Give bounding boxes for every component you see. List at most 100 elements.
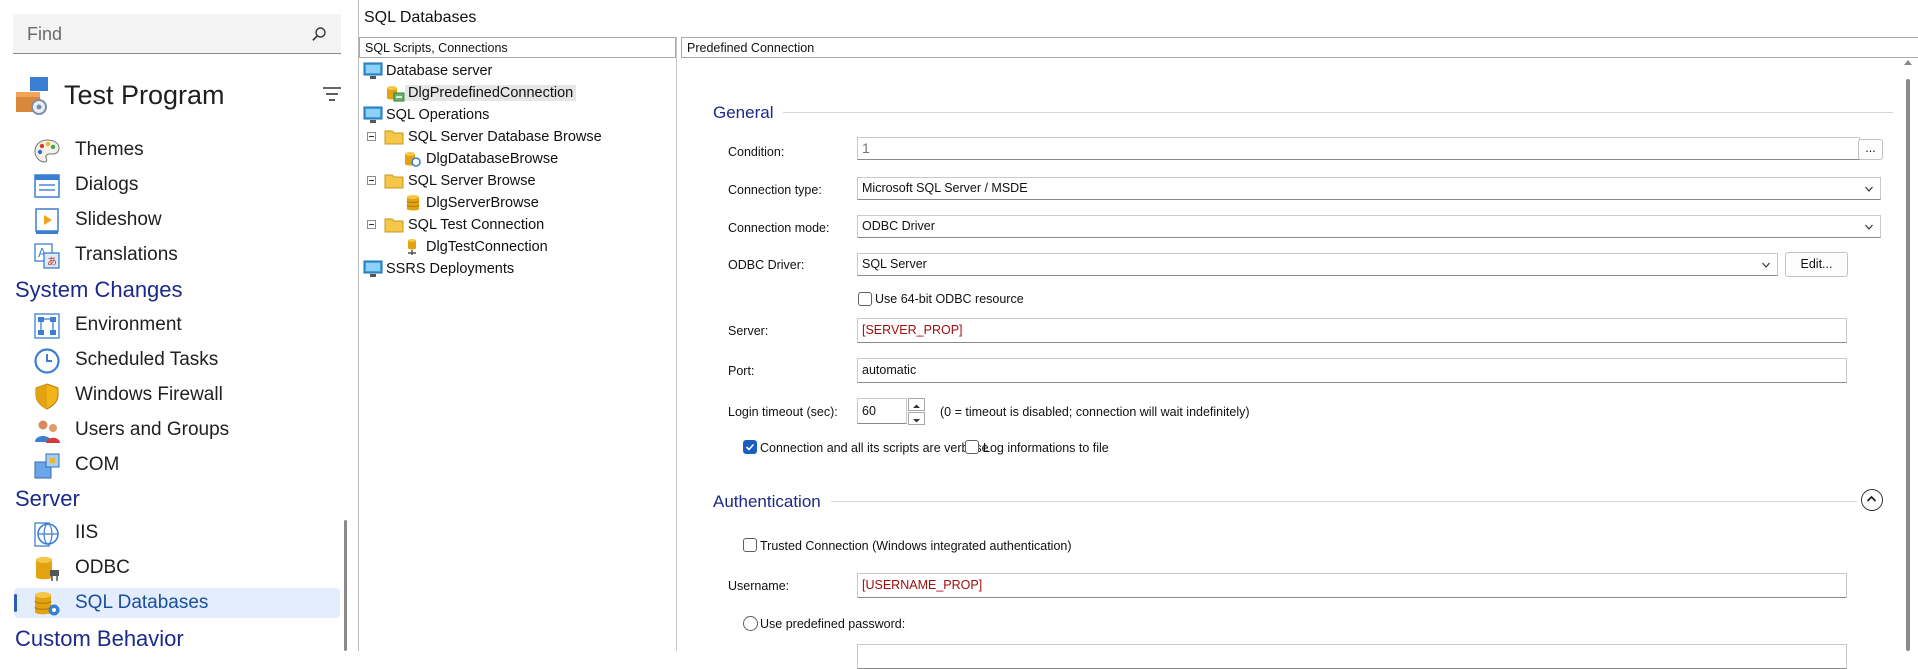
nav-item-iis[interactable]: IIS xyxy=(30,518,338,548)
nav-item-label: Themes xyxy=(75,139,144,160)
nav-item-translations[interactable]: A あ Translations xyxy=(30,240,338,270)
server-icon xyxy=(406,195,420,211)
trusted-connection-checkbox[interactable] xyxy=(743,538,757,552)
nav-item-windows-firewall[interactable]: Windows Firewall xyxy=(30,380,338,410)
tree-node-label: DlgDatabaseBrowse xyxy=(426,151,559,167)
group-divider xyxy=(831,501,1857,502)
log-to-file-label: Log informations to file xyxy=(983,441,1109,455)
connection-type-select[interactable]: Microsoft SQL Server / MSDE xyxy=(857,177,1881,200)
shield-icon xyxy=(35,383,59,410)
use-64bit-label: Use 64-bit ODBC resource xyxy=(875,292,1024,306)
search-box[interactable] xyxy=(13,14,341,54)
collapse-toggle[interactable] xyxy=(367,132,376,141)
spin-down-button[interactable] xyxy=(908,412,925,425)
odbc-driver-label: ODBC Driver: xyxy=(728,258,805,272)
nav-item-slideshow[interactable]: Slideshow xyxy=(30,205,338,235)
tree-node-label: SSRS Deployments xyxy=(386,261,515,277)
nav-item-scheduled-tasks[interactable]: Scheduled Tasks xyxy=(30,345,338,375)
main-area: SQL Databases SQL Scripts, Connections D… xyxy=(358,0,1918,669)
odbc-edit-button[interactable]: Edit... xyxy=(1785,252,1848,277)
nav-item-label: COM xyxy=(75,454,120,475)
chevron-down-icon xyxy=(1865,224,1873,230)
svg-text:あ: あ xyxy=(47,256,57,268)
tree-node-label: SQL Test Connection xyxy=(408,217,545,233)
iis-icon xyxy=(34,522,59,547)
odbc-icon xyxy=(36,557,59,581)
nav-item-label: Slideshow xyxy=(75,209,162,230)
nav-item-odbc[interactable]: ODBC xyxy=(30,553,338,583)
odbc-driver-select[interactable]: SQL Server xyxy=(857,253,1778,276)
predefined-password-radio[interactable] xyxy=(743,616,758,631)
tree-node-label: DlgTestConnection xyxy=(426,239,548,255)
nav-scrollbar[interactable] xyxy=(344,520,347,651)
filter-menu-icon[interactable] xyxy=(322,85,342,103)
predefined-password-input[interactable] xyxy=(857,644,1847,669)
server-input[interactable]: [SERVER_PROP] xyxy=(857,318,1847,343)
app-logo-icon xyxy=(16,77,48,115)
username-label: Username: xyxy=(728,579,790,593)
tree-node-label: Database server xyxy=(386,63,493,79)
port-input[interactable]: automatic xyxy=(857,358,1847,383)
nav-item-sql-databases[interactable]: SQL Databases xyxy=(14,588,340,618)
slideshow-icon xyxy=(35,208,59,234)
collapse-toggle[interactable] xyxy=(367,220,376,229)
environment-icon xyxy=(34,313,60,339)
trusted-connection-label: Trusted Connection (Windows integrated a… xyxy=(760,539,1072,553)
computer-icon xyxy=(363,62,383,79)
database-browse-icon xyxy=(405,152,421,167)
nav-item-label: Scheduled Tasks xyxy=(75,349,219,370)
use-64bit-checkbox[interactable] xyxy=(858,292,872,306)
tree-panel: SQL Scripts, Connections Database server… xyxy=(359,37,677,651)
nav-item-environment[interactable]: Environment xyxy=(30,310,338,340)
verbose-checkbox[interactable] xyxy=(743,440,757,454)
nav-item-label: IIS xyxy=(75,522,99,543)
nav-item-users-and-groups[interactable]: Users and Groups xyxy=(30,415,338,445)
collapse-section-button[interactable] xyxy=(1861,489,1883,511)
folder-icon xyxy=(384,130,404,145)
nav-item-label: Windows Firewall xyxy=(75,384,223,405)
nav-item-label: Environment xyxy=(75,314,182,335)
properties-panel: Predefined Connection General Condition:… xyxy=(681,37,1918,669)
scrollbar-thumb[interactable] xyxy=(1906,79,1910,651)
checkmark-icon xyxy=(745,443,755,451)
scroll-up-arrow-icon[interactable] xyxy=(1904,60,1912,65)
app-title: Test Program xyxy=(64,80,225,110)
nav-section-custom-behavior: Custom Behavior xyxy=(15,626,184,651)
navigation-pane: Test Program Themes Dialogs xyxy=(0,0,358,651)
arrow-up-icon xyxy=(913,404,920,408)
collapse-toggle[interactable] xyxy=(367,176,376,185)
nav-item-dialogs[interactable]: Dialogs xyxy=(30,170,338,200)
tree-node-label: DlgPredefinedConnection xyxy=(405,85,577,101)
properties-panel-header: Predefined Connection xyxy=(681,37,1918,58)
connection-mode-select[interactable]: ODBC Driver xyxy=(857,215,1881,238)
condition-input[interactable]: 1 xyxy=(857,137,1860,160)
login-timeout-note: (0 = timeout is disabled; connection wil… xyxy=(940,405,1250,419)
users-icon xyxy=(35,420,60,443)
properties-scrollbar[interactable] xyxy=(1901,60,1915,651)
general-group-title: General xyxy=(713,103,774,122)
nav-item-com[interactable]: COM xyxy=(30,450,338,480)
nav-item-label: Users and Groups xyxy=(75,419,230,440)
search-input[interactable] xyxy=(25,23,299,46)
login-timeout-input[interactable]: 60 xyxy=(857,398,907,424)
app-header: Test Program xyxy=(12,74,342,116)
nav-item-themes[interactable]: Themes xyxy=(30,135,338,165)
nav-section-system-changes: System Changes xyxy=(15,277,183,302)
tree-node-label: SQL Server Browse xyxy=(408,173,536,189)
com-icon xyxy=(34,453,60,479)
arrow-down-icon xyxy=(913,419,920,423)
folder-icon xyxy=(384,174,404,189)
spin-up-button[interactable] xyxy=(908,398,925,411)
server-label: Server: xyxy=(728,324,769,338)
predefined-password-label: Use predefined password: xyxy=(760,617,906,631)
computer-icon xyxy=(363,106,383,123)
tree-node-label: DlgServerBrowse xyxy=(426,195,539,211)
tree-node-label: SQL Server Database Browse xyxy=(408,129,602,145)
condition-browse-button[interactable]: ... xyxy=(1858,139,1883,160)
verbose-label: Connection and all its scripts are verbo… xyxy=(760,441,989,455)
log-to-file-checkbox[interactable] xyxy=(965,440,979,454)
login-timeout-spinner[interactable] xyxy=(908,398,925,425)
port-label: Port: xyxy=(728,364,755,378)
username-input[interactable]: [USERNAME_PROP] xyxy=(857,573,1847,598)
search-icon[interactable] xyxy=(311,26,327,42)
